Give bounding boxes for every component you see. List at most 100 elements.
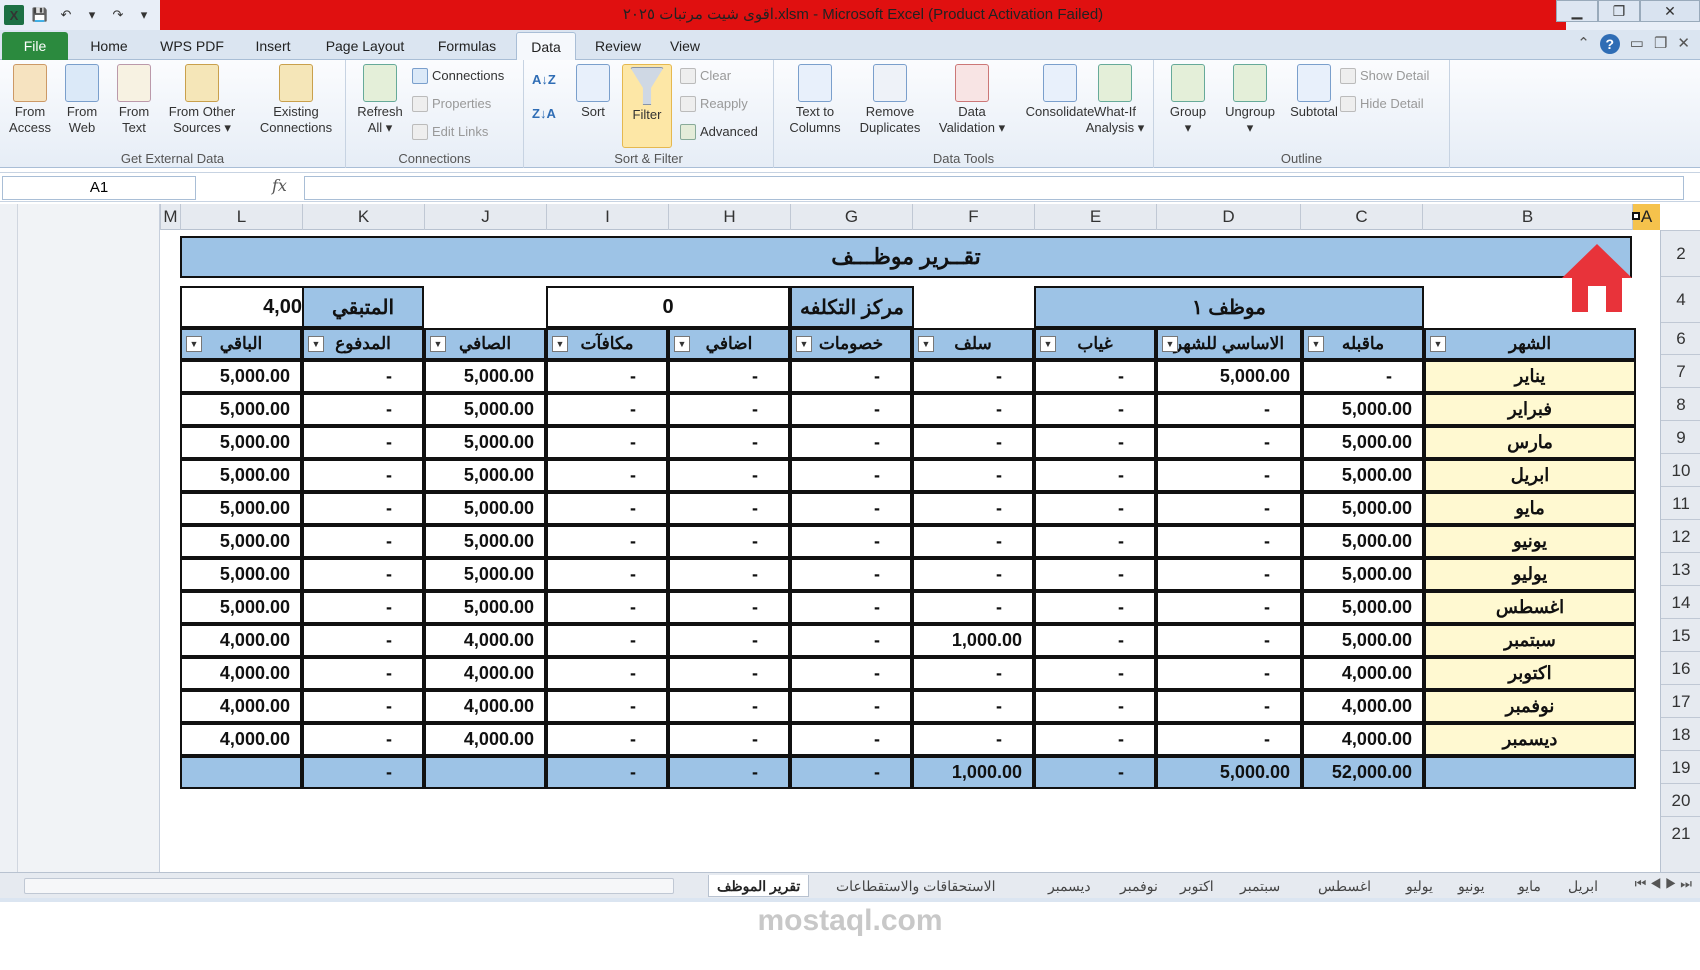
help-icon[interactable]: ? <box>1599 34 1620 54</box>
table-cell[interactable]: 4,000.00 <box>180 657 302 690</box>
subtotal-button[interactable]: Subtotal <box>1282 64 1346 120</box>
table-cell[interactable]: 4,000.00 <box>424 723 546 756</box>
table-cell[interactable]: 5,000.00 <box>180 393 302 426</box>
selection-handle[interactable] <box>1632 212 1640 220</box>
row-header[interactable]: 8 <box>1661 387 1700 420</box>
month-cell[interactable]: اغسطس <box>1424 591 1636 624</box>
tab-data[interactable]: Data <box>516 32 576 60</box>
from-text-button[interactable]: From Text <box>110 64 158 136</box>
table-cell[interactable]: 4,000.00 <box>424 624 546 657</box>
undo-icon[interactable]: ↶ <box>56 5 76 25</box>
table-cell[interactable]: - <box>790 690 912 723</box>
filter-dropdown-icon[interactable]: ▼ <box>918 336 934 352</box>
row-header[interactable]: 20 <box>1661 783 1700 816</box>
table-cell[interactable]: - <box>302 525 424 558</box>
table-cell[interactable]: - <box>668 657 790 690</box>
table-cell[interactable]: - <box>302 459 424 492</box>
table-cell[interactable]: - <box>912 360 1034 393</box>
table-cell[interactable]: - <box>912 591 1034 624</box>
table-cell[interactable]: 4,000.00 <box>1302 723 1424 756</box>
doc-restore-icon[interactable]: ❐ <box>1654 34 1667 54</box>
sheet-tab[interactable]: ديسمبر <box>1040 875 1099 897</box>
total-cell[interactable]: 5,000.00 <box>1156 756 1302 789</box>
table-cell[interactable]: 4,000.00 <box>424 657 546 690</box>
table-cell[interactable]: 5,000.00 <box>424 393 546 426</box>
total-cell[interactable]: 52,000.00 <box>1302 756 1424 789</box>
tab-insert[interactable]: Insert <box>244 32 302 60</box>
total-cell[interactable]: - <box>1034 756 1156 789</box>
table-cell[interactable]: 5,000.00 <box>1302 426 1424 459</box>
ungroup-button[interactable]: Ungroup ▾ <box>1218 64 1282 136</box>
month-cell[interactable]: مارس <box>1424 426 1636 459</box>
tab-wps-pdf[interactable]: WPS PDF <box>150 32 234 60</box>
data-validation-button[interactable]: Data Validation ▾ <box>930 64 1014 136</box>
month-cell[interactable]: اكتوبر <box>1424 657 1636 690</box>
formula-input[interactable] <box>304 176 1684 200</box>
table-cell[interactable]: 5,000.00 <box>1302 558 1424 591</box>
table-cell[interactable]: - <box>302 558 424 591</box>
table-cell[interactable]: 4,000.00 <box>180 723 302 756</box>
table-cell[interactable]: - <box>912 426 1034 459</box>
filter-dropdown-icon[interactable]: ▼ <box>186 336 202 352</box>
tab-file[interactable]: File <box>2 32 68 60</box>
table-cell[interactable]: - <box>790 591 912 624</box>
from-access-button[interactable]: From Access <box>6 64 54 136</box>
table-cell[interactable]: 5,000.00 <box>1302 492 1424 525</box>
table-cell[interactable]: 4,000.00 <box>1302 690 1424 723</box>
reapply-button[interactable]: Reapply <box>680 92 748 116</box>
advanced-button[interactable]: Advanced <box>680 120 758 144</box>
table-cell[interactable]: - <box>1156 657 1302 690</box>
table-cell[interactable]: - <box>790 426 912 459</box>
table-cell[interactable]: - <box>790 525 912 558</box>
from-other-sources-button[interactable]: From Other Sources ▾ <box>162 64 242 136</box>
table-cell[interactable]: - <box>1302 360 1424 393</box>
table-cell[interactable]: 5,000.00 <box>180 459 302 492</box>
table-cell[interactable]: - <box>790 393 912 426</box>
col-header-l[interactable]: L <box>180 204 302 230</box>
month-cell[interactable]: ابريل <box>1424 459 1636 492</box>
table-cell[interactable]: - <box>668 591 790 624</box>
edit-links-button[interactable]: Edit Links <box>412 120 488 144</box>
table-cell[interactable]: - <box>668 558 790 591</box>
total-cell[interactable]: - <box>546 756 668 789</box>
table-cell[interactable]: - <box>1034 723 1156 756</box>
total-cell[interactable] <box>424 756 546 789</box>
filter-dropdown-icon[interactable]: ▼ <box>308 336 324 352</box>
table-cell[interactable]: 5,000.00 <box>180 591 302 624</box>
month-cell[interactable]: يونيو <box>1424 525 1636 558</box>
table-cell[interactable]: - <box>1156 492 1302 525</box>
month-cell[interactable]: ديسمبر <box>1424 723 1636 756</box>
table-cell[interactable]: 5,000.00 <box>1302 459 1424 492</box>
row-header[interactable]: 7 <box>1661 354 1700 387</box>
table-cell[interactable]: - <box>790 459 912 492</box>
total-cell[interactable] <box>1424 756 1636 789</box>
row-header[interactable]: 15 <box>1661 618 1700 651</box>
table-cell[interactable]: - <box>668 393 790 426</box>
total-cell[interactable]: - <box>668 756 790 789</box>
close-icon[interactable]: ✕ <box>1640 0 1700 22</box>
table-cell[interactable]: - <box>912 393 1034 426</box>
table-cell[interactable]: - <box>1156 723 1302 756</box>
col-header-j[interactable]: J <box>424 204 546 230</box>
table-cell[interactable]: - <box>912 690 1034 723</box>
total-cell[interactable] <box>180 756 302 789</box>
table-cell[interactable]: 5,000.00 <box>1302 525 1424 558</box>
table-cell[interactable]: - <box>1034 558 1156 591</box>
restore-icon[interactable]: ❐ <box>1598 0 1640 22</box>
table-cell[interactable]: - <box>668 492 790 525</box>
what-if-analysis-button[interactable]: What-If Analysis ▾ <box>1080 64 1150 136</box>
show-detail-button[interactable]: Show Detail <box>1340 64 1429 88</box>
table-cell[interactable]: - <box>302 591 424 624</box>
table-cell[interactable]: - <box>790 558 912 591</box>
filter-dropdown-icon[interactable]: ▼ <box>552 336 568 352</box>
table-cell[interactable]: 4,000.00 <box>424 690 546 723</box>
existing-connections-button[interactable]: Existing Connections <box>250 64 342 136</box>
table-cell[interactable]: - <box>912 459 1034 492</box>
table-cell[interactable]: - <box>546 393 668 426</box>
table-cell[interactable]: - <box>546 723 668 756</box>
remove-duplicates-button[interactable]: Remove Duplicates <box>852 64 928 136</box>
month-cell[interactable]: مايو <box>1424 492 1636 525</box>
row-header[interactable]: 9 <box>1661 420 1700 453</box>
save-icon[interactable]: 💾 <box>30 5 50 25</box>
table-cell[interactable]: 5,000.00 <box>180 360 302 393</box>
